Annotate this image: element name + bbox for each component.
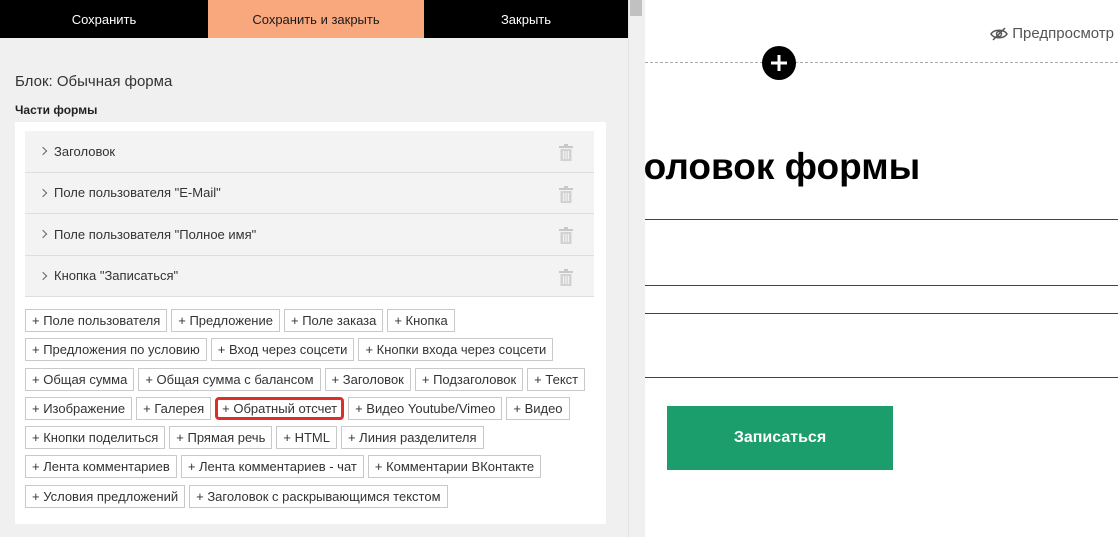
app-root: Сохранить Сохранить и закрыть Закрыть Бл…	[0, 0, 1118, 537]
plus-icon	[771, 55, 787, 71]
add-part-button[interactable]: + Линия разделителя	[340, 426, 484, 450]
preview-label: Предпросмотр	[1012, 25, 1114, 42]
close-button[interactable]: Закрыть	[424, 0, 628, 38]
add-part-button[interactable]: + Предложения по условию	[25, 338, 207, 362]
save-and-close-button[interactable]: Сохранить и закрыть	[208, 0, 424, 38]
add-part-button[interactable]: + Видео Youtube/Vimeo	[348, 396, 503, 420]
add-button-row: + Поле пользователя + Предложение + Поле з…	[25, 309, 585, 334]
preview-link[interactable]: Предпросмотр	[990, 25, 1114, 42]
form-part-label: Поле пользователя "E-Mail"	[54, 185, 221, 201]
add-part-button[interactable]: + Кнопка	[387, 309, 455, 332]
form-parts-list: Заголовок Поле пользователя "E-Mail" Поле …	[25, 131, 594, 297]
form-part-row[interactable]: Заголовок	[25, 131, 594, 173]
add-button-row: + Предложения по условию + Вход через соц…	[25, 338, 585, 363]
trash-icon[interactable]	[559, 268, 573, 286]
eye-slash-icon	[990, 26, 1009, 41]
add-part-button[interactable]: + HTML	[276, 426, 337, 450]
trash-icon[interactable]	[559, 185, 573, 203]
form-part-row[interactable]: Поле пользователя "E-Mail"	[25, 172, 594, 214]
add-part-button[interactable]: + Вход через соцсети	[210, 338, 355, 362]
add-button-row: + Лента комментариев + Лента комментариев…	[25, 455, 585, 480]
form-parts-heading: Части формы	[15, 103, 98, 117]
add-button-row: + Кнопки поделиться + Прямая речь + HTML + …	[25, 426, 585, 451]
editor-panel: Сохранить Сохранить и закрыть Закрыть Бл…	[0, 0, 628, 537]
add-part-button[interactable]: + Прямая речь	[169, 426, 273, 450]
add-button-row: + Условия предложений + Заголовок с раскр…	[25, 484, 585, 510]
form-title: Заголовок формы	[645, 146, 921, 187]
add-part-button[interactable]: + Лента комментариев - чат	[180, 455, 364, 479]
name-field-line[interactable]	[645, 313, 1118, 314]
add-part-button[interactable]: + Лента комментариев	[25, 455, 177, 479]
add-part-button[interactable]: + Условия предложений	[25, 484, 186, 508]
add-part-button[interactable]: + Кнопки поделиться	[25, 426, 166, 450]
form-parts-container: Заголовок Поле пользователя "E-Mail" Поле …	[15, 122, 606, 524]
chevron-right-icon	[38, 188, 48, 197]
trash-icon[interactable]	[559, 144, 573, 161]
form-part-label: Заголовок	[54, 143, 116, 159]
editor-toolbar: Сохранить Сохранить и закрыть Закрыть	[0, 0, 628, 38]
chevron-right-icon	[38, 230, 48, 239]
add-button-row: + Изображение + Галерея + Обратный отсчет +…	[25, 396, 585, 422]
add-part-button[interactable]: + Общая сумма с балансом	[138, 367, 321, 391]
add-part-button[interactable]: + Поле пользователя	[25, 309, 168, 332]
add-part-button[interactable]: + Комментарии ВКонтакте	[367, 455, 542, 479]
add-button-row: + Общая сумма + Общая сумма с балансом + З…	[25, 367, 586, 393]
form-part-label: Поле пользователя "Полное имя"	[54, 226, 257, 242]
trash-icon[interactable]	[559, 227, 573, 244]
chevron-right-icon	[38, 147, 48, 156]
add-part-button[interactable]: + Заголовок	[324, 367, 411, 391]
add-part-button[interactable]: + Поле заказа	[283, 309, 384, 332]
add-part-button[interactable]: + Подзаголовок	[414, 367, 524, 391]
name-field-bottom	[645, 377, 1118, 378]
add-part-button[interactable]: + Текст	[527, 367, 586, 391]
add-part-button[interactable]: + Обратный отсчет	[215, 396, 345, 420]
editor-scrollbar[interactable]	[628, 0, 645, 537]
scrollbar-thumb[interactable]	[630, 0, 642, 16]
add-part-button[interactable]: + Общая сумма	[25, 367, 135, 391]
form-part-row[interactable]: Поле пользователя "Полное имя"	[25, 214, 594, 256]
block-divider	[645, 62, 1118, 63]
add-part-button[interactable]: + Видео	[506, 396, 570, 420]
email-field-line[interactable]	[645, 219, 1118, 220]
add-part-button[interactable]: + Галерея	[136, 396, 212, 420]
add-block-button[interactable]	[762, 46, 796, 80]
form-preview: Предпросмотр Заголовок формы Записаться	[645, 0, 1118, 537]
subscribe-button[interactable]: Записаться	[667, 406, 893, 470]
form-part-row[interactable]: Кнопка "Записаться"	[25, 255, 594, 297]
email-field-bottom	[645, 285, 1118, 286]
chevron-right-icon	[38, 271, 48, 280]
add-part-button[interactable]: + Предложение	[171, 309, 280, 332]
block-title: Блок: Обычная форма	[15, 73, 173, 90]
add-part-button[interactable]: + Изображение	[25, 396, 133, 420]
add-part-buttons: + Поле пользователя + Предложение + Поле з…	[25, 309, 586, 514]
add-part-button[interactable]: + Заголовок с раскрывающимся текстом	[189, 484, 448, 508]
form-part-label: Кнопка "Записаться"	[54, 268, 179, 284]
save-button[interactable]: Сохранить	[0, 0, 208, 38]
add-part-button[interactable]: + Кнопки входа через соцсети	[358, 338, 554, 362]
